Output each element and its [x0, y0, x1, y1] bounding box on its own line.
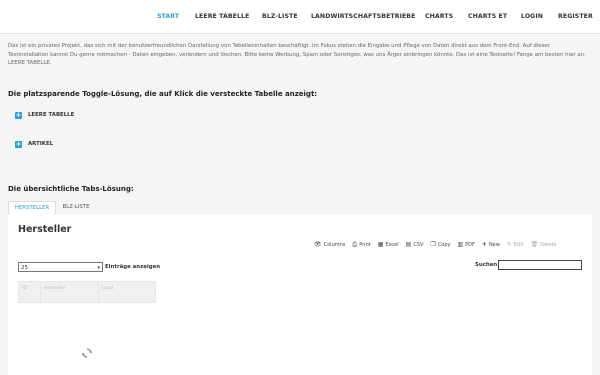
toggle-leere-tabelle[interactable]: + LEERE TABELLE [15, 110, 74, 120]
pdf-button[interactable]: ▥ PDF [457, 241, 474, 248]
columns-button[interactable]: 👁 Columns [314, 241, 345, 248]
panel-title: Hersteller [18, 224, 72, 235]
toggle-artikel[interactable]: + ARTIKEL [15, 139, 53, 149]
pdf-icon: ▥ [457, 241, 464, 248]
datatable-toolbar: 👁 Columns ⎙ Print ▦ Excel ▤ CSV ❐ Copy ▥… [314, 240, 557, 249]
toggle-section-heading: Die platzsparende Toggle-Lösung, die auf… [8, 90, 318, 98]
column-header-id[interactable]: ID [19, 282, 41, 304]
column-header-hersteller[interactable]: Hersteller [41, 282, 99, 304]
nav-item-leere-tabelle[interactable]: LEERE TABELLE [195, 13, 249, 20]
nav-item-charts-et[interactable]: CHARTS ET [468, 13, 507, 20]
tabs-section-heading: Die übersichtliche Tabs-Lösung: [8, 185, 134, 193]
intro-text: Das ist ein privates Projekt, das sich m… [8, 43, 586, 67]
copy-button[interactable]: ❐ Copy [430, 241, 450, 248]
entries-label: Einträge anzeigen [105, 264, 161, 270]
plus-icon: + [481, 241, 487, 248]
edit-button[interactable]: ✎ Edit [507, 241, 524, 248]
toggle-label: LEERE TABELLE [28, 112, 75, 118]
tab-hersteller[interactable]: HERSTELLER [8, 201, 56, 215]
copy-icon: ❐ [430, 241, 436, 248]
plus-icon: + [15, 110, 22, 119]
csv-icon: ▤ [405, 241, 412, 248]
tab-blz-liste[interactable]: BLZ-LISTE [56, 201, 96, 214]
print-icon: ⎙ [352, 240, 358, 248]
search-label: Suchen [475, 262, 498, 268]
eye-icon: 👁 [314, 241, 322, 248]
nav-item-blz-liste[interactable]: BLZ-LISTE [262, 13, 298, 20]
column-header-land[interactable]: Land [99, 282, 155, 304]
nav-item-login[interactable]: LOGIN [521, 13, 543, 20]
page-length-select[interactable]: 25 ▾ [18, 262, 103, 272]
excel-button[interactable]: ▦ Excel [378, 241, 399, 248]
nav-item-register[interactable]: REGISTER [558, 13, 593, 20]
table-header: ID Hersteller Land [18, 281, 156, 304]
nav-item-landwirtschaftsbetriebe[interactable]: LANDWIRTSCHAFTSBETRIEBE [311, 13, 415, 20]
csv-button[interactable]: ▤ CSV [406, 241, 424, 248]
chevron-down-icon: ▾ [97, 265, 100, 271]
nav-item-charts[interactable]: CHARTS [425, 13, 453, 20]
loading-spinner-icon [82, 348, 92, 358]
top-navbar: START LEERE TABELLE BLZ-LISTE LANDWIRTSC… [0, 0, 600, 34]
trash-icon: 🗑 [530, 241, 539, 248]
new-button[interactable]: + New [482, 241, 500, 248]
pencil-icon: ✎ [506, 241, 512, 248]
tab-bar: HERSTELLER BLZ-LISTE [8, 201, 592, 215]
delete-button[interactable]: 🗑 Delete [531, 241, 557, 248]
excel-icon: ▦ [377, 241, 384, 248]
toggle-label: ARTIKEL [28, 141, 54, 147]
nav-item-start[interactable]: START [157, 13, 179, 20]
tab-panel-hersteller: Hersteller 👁 Columns ⎙ Print ▦ Excel ▤ C… [8, 214, 592, 375]
search-input[interactable] [498, 260, 582, 270]
print-button[interactable]: ⎙ Print [352, 241, 370, 249]
plus-icon: + [15, 139, 22, 148]
